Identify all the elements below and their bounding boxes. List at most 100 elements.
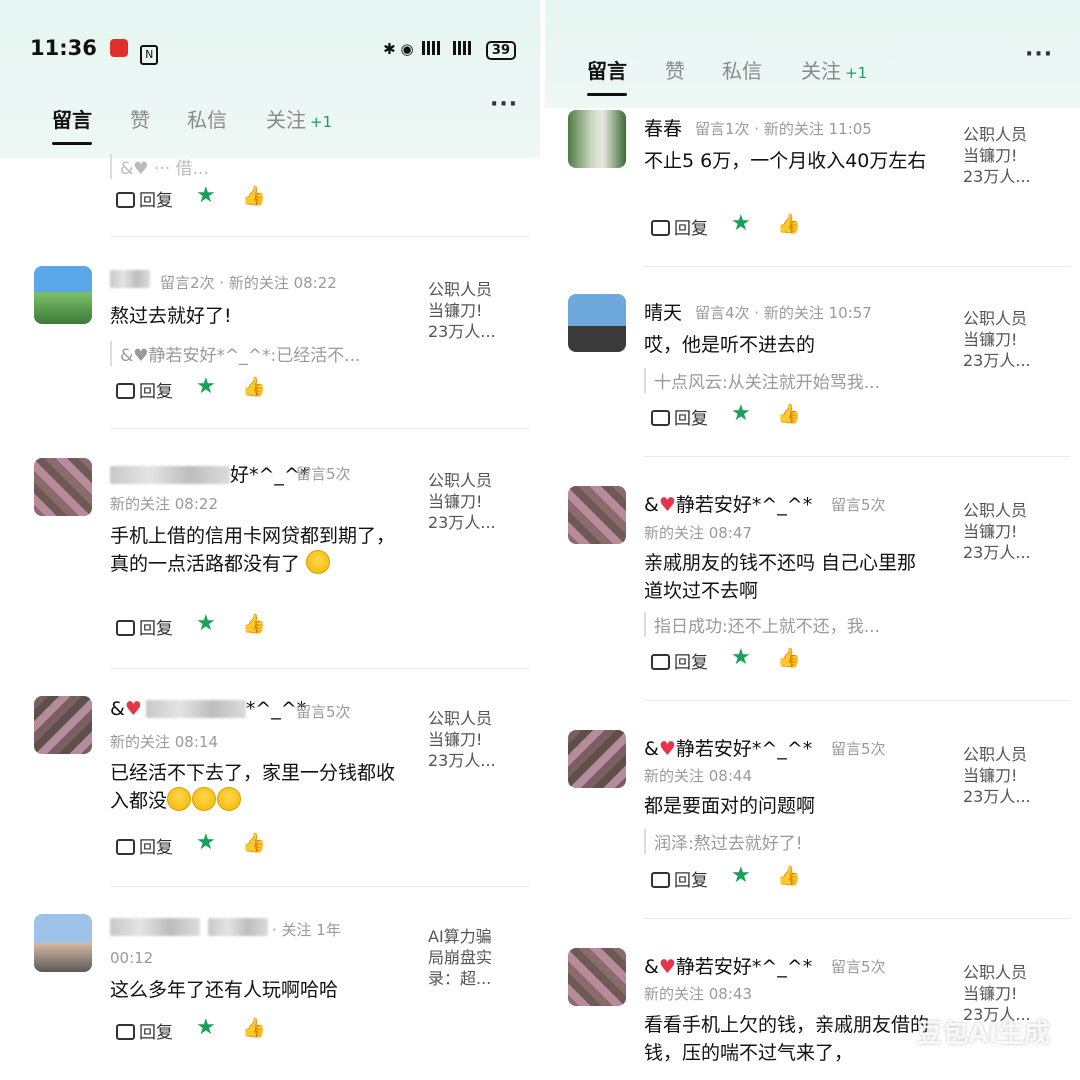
post-preview[interactable]: 公职人员 当镰刀! 23万人... [963,500,1043,563]
username[interactable]: &♥ *^_^* [110,698,306,720]
like-icon[interactable]: 👍 [777,402,801,425]
avatar[interactable] [568,486,626,544]
username[interactable]: &♥静若安好*^_^* [644,490,812,517]
crying-emoji-icon [167,787,192,811]
post-preview[interactable]: 公职人员 当镰刀! 23万人... [428,279,508,342]
post-preview[interactable]: 公职人员 当镰刀! 23万人... [963,124,1043,187]
list-item: 春春 留言1次 · 新的关注 11:05 不止5 6万，一个月收入40万左右 回… [545,110,1080,267]
system-icons: ✱ ◉ 39 [383,40,516,60]
avatar[interactable] [34,458,92,516]
star-icon[interactable]: ★ [196,183,216,208]
tab-follows[interactable]: 关注 +1 [266,104,332,133]
reply-button[interactable]: 回复 [651,404,708,429]
star-icon[interactable]: ★ [196,830,216,855]
username[interactable] [110,916,268,938]
star-icon[interactable]: ★ [196,374,216,399]
reply-button[interactable]: 回复 [116,614,173,639]
crying-emoji-icon [192,787,217,811]
post-preview[interactable]: 公职人员 当镰刀! 23万人... [428,708,508,771]
heart-icon: ♥ [124,698,142,720]
like-icon[interactable]: 👍 [777,646,801,669]
tab-messages[interactable]: 留言 [587,55,627,96]
status-bar: 11:36 N [30,36,159,65]
tab-private-messages[interactable]: 私信 [187,104,227,133]
more-menu-button[interactable]: ··· [490,92,518,117]
username[interactable]: 好*^_^* [110,460,309,487]
watermark: 豆包AI生成 [916,1019,1050,1049]
reply-button[interactable]: 回复 [116,1018,173,1043]
like-icon[interactable]: 👍 [777,212,801,235]
tab-follows[interactable]: 关注 +1 [801,55,867,84]
post-preview[interactable]: 公职人员 当镰刀! 23万人... [963,744,1043,807]
hotspot-icon: ◉ [400,40,414,58]
username[interactable]: &♥静若安好*^_^* [644,734,812,761]
comment-icon [116,1024,135,1040]
like-icon[interactable]: 👍 [242,184,266,207]
avatar[interactable] [568,730,626,788]
comment-text: 看看手机上欠的钱，亲戚朋友借的钱，压的喘不过气来了， [644,1014,930,1064]
reply-button[interactable]: 回复 [116,186,173,211]
tab-private-messages[interactable]: 私信 [722,55,762,84]
comment-text: 这么多年了还有人玩啊哈哈 [110,979,339,1001]
username[interactable]: 晴天 [644,298,682,325]
like-icon[interactable]: 👍 [242,375,266,398]
tab-follows-label: 关注 [801,59,841,83]
tab-likes[interactable]: 赞 [130,104,150,133]
nfc-icon: N [140,45,159,65]
signal-icon [422,41,445,55]
star-icon[interactable]: ★ [731,863,751,888]
right-screenshot: 留言 赞 私信 关注 +1 ··· 春春 留言1次 · 新的关注 11:05 不止… [545,0,1080,1080]
avatar[interactable] [568,948,626,1006]
avatar[interactable] [34,914,92,972]
tab-messages[interactable]: 留言 [52,104,92,145]
avatar[interactable] [568,294,626,352]
avatar[interactable] [34,266,92,324]
list-item: 好*^_^* 留言5次 新的关注 08:22 手机上借的信用卡网贷都到期了，真的… [0,456,540,676]
star-icon[interactable]: ★ [196,611,216,636]
username[interactable]: &♥静若安好*^_^* [644,952,812,979]
reply-button[interactable]: 回复 [651,866,708,891]
list-item: &♥静若安好*^_^* 留言5次 新的关注 08:44 都是要面对的问题啊 润泽… [545,730,1080,920]
comment-icon [651,872,670,888]
username[interactable]: 春春 [644,114,682,141]
divider [110,886,530,887]
message-count: 留言5次 [831,496,886,514]
divider [644,918,1070,919]
meta-info: 新的关注 08:14 [110,733,218,751]
reply-button[interactable]: 回复 [116,377,173,402]
star-icon[interactable]: ★ [731,645,751,670]
meta-info: 新的关注 08:44 [644,767,752,785]
tab-follows-badge: +1 [310,113,333,131]
avatar[interactable] [34,696,92,754]
more-menu-button[interactable]: ··· [1025,42,1053,67]
reply-button[interactable]: 回复 [116,833,173,858]
list-item: &♥ *^_^* 留言5次 新的关注 08:14 已经活不下去了，家里一分钱都收入… [0,694,540,887]
like-icon[interactable]: 👍 [242,1016,266,1039]
reply-button[interactable]: 回复 [651,214,708,239]
tab-likes[interactable]: 赞 [665,55,685,84]
quote-text: &♥ ··· 借... [110,154,209,179]
post-preview[interactable]: 公职人员 当镰刀! 23万人... [428,470,508,533]
star-icon[interactable]: ★ [731,401,751,426]
comment-icon [651,654,670,670]
heart-icon: ♥ [658,738,676,760]
meta-info: 新的关注 08:43 [644,985,752,1003]
like-icon[interactable]: 👍 [242,612,266,635]
like-icon[interactable]: 👍 [777,864,801,887]
avatar[interactable] [568,110,626,168]
quote-text: &♥静若安好*^_^*:已经活不... [110,341,360,366]
star-icon[interactable]: ★ [196,1015,216,1040]
quote-text: 指日成功:还不上就不还，我... [644,612,880,637]
like-icon[interactable]: 👍 [242,831,266,854]
post-preview[interactable]: AI算力骗 局崩盘实 录：超... [428,926,508,989]
heart-icon: ♥ [658,956,676,978]
list-item: 留言2次 · 新的关注 08:22 熬过去就好了! &♥静若安好*^_^*:已经… [0,265,540,429]
divider [644,266,1070,267]
meta-info: 新的关注 08:47 [644,524,752,542]
post-preview[interactable]: 公职人员 当镰刀! 23万人... [963,308,1043,371]
list-item: · 关注 1年 00:12 这么多年了还有人玩啊哈哈 回复 ★ 👍 AI算力骗局… [0,912,540,1080]
message-count: 留言5次 [831,740,886,758]
reply-button[interactable]: 回复 [651,648,708,673]
star-icon[interactable]: ★ [731,211,751,236]
username[interactable] [110,268,150,290]
